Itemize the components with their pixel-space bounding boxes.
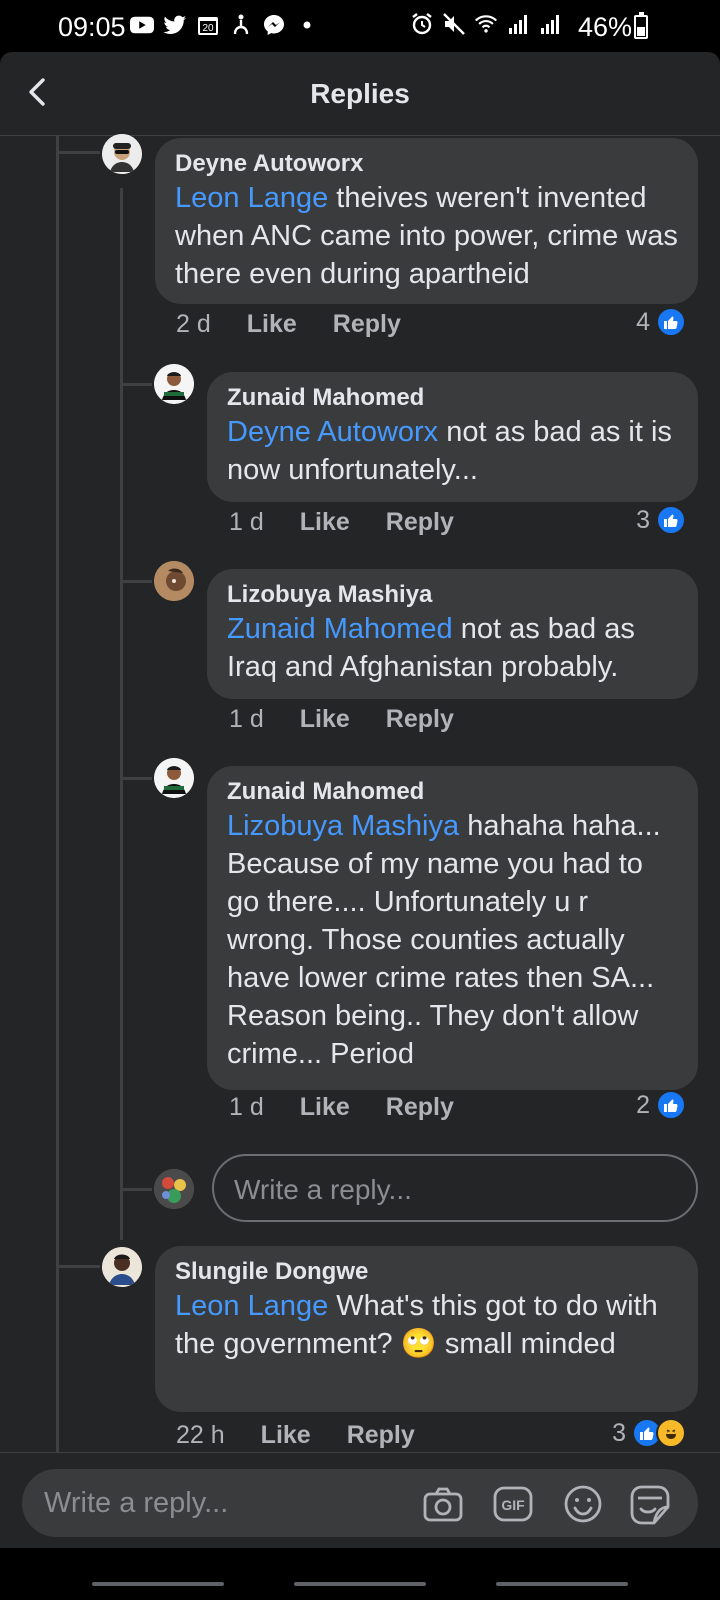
reaction-count[interactable]: 4 — [636, 307, 686, 337]
comment-actions: 2 d Like Reply — [176, 310, 401, 339]
accessibility-icon — [229, 13, 253, 37]
comment-author[interactable]: Zunaid Mahomed — [227, 383, 678, 413]
mention-link[interactable]: Leon Lange — [175, 1290, 328, 1322]
mention-link[interactable]: Deyne Autoworx — [227, 416, 438, 448]
comment-actions: 1 d Like Reply — [229, 1093, 454, 1122]
reaction-count[interactable]: 2 — [636, 1090, 686, 1120]
comment-author[interactable]: Slungile Dongwe — [175, 1257, 678, 1287]
thread-connector — [56, 1265, 100, 1268]
like-reaction-icon — [656, 1090, 686, 1120]
comment-text: Zunaid Mahomed not as bad as Iraq and Af… — [227, 613, 635, 683]
comment-text: Leon Lange What's this got to do with th… — [175, 1290, 658, 1360]
comment-time[interactable]: 1 d — [229, 508, 264, 537]
status-time: 09:05 — [58, 12, 126, 42]
thread-connector — [120, 777, 152, 780]
avatar[interactable] — [102, 134, 142, 174]
reaction-count[interactable]: 3 — [612, 1418, 686, 1448]
thread-connector — [56, 151, 100, 154]
thread-line — [56, 136, 59, 1482]
comment-text: Lizobuya Mashiya hahaha haha... Because … — [227, 810, 661, 1070]
sticker-icon[interactable] — [628, 1483, 670, 1525]
comment-actions: 22 h Like Reply — [176, 1421, 415, 1450]
reply-button[interactable]: Reply — [386, 1093, 454, 1122]
avatar[interactable] — [154, 561, 194, 601]
thread-line — [120, 188, 123, 1240]
comment-bubble: Deyne Autoworx Leon Lange theives weren'… — [155, 138, 698, 304]
thread-connector — [120, 383, 152, 386]
comment-author[interactable]: Zunaid Mahomed — [227, 777, 678, 807]
nav-recents-button[interactable] — [92, 1582, 224, 1586]
comment-time[interactable]: 2 d — [176, 310, 211, 339]
nav-back-button[interactable] — [496, 1582, 628, 1586]
avatar[interactable] — [154, 758, 194, 798]
like-button[interactable]: Like — [300, 1093, 350, 1122]
messenger-icon — [262, 13, 286, 37]
reply-button[interactable]: Reply — [386, 508, 454, 537]
like-reaction-icon — [656, 505, 686, 535]
reply-button[interactable]: Reply — [386, 705, 454, 734]
gif-label: GIF — [501, 1497, 525, 1513]
calendar-day-text: 20 — [202, 23, 214, 34]
comment-time[interactable]: 1 d — [229, 1093, 264, 1122]
like-button[interactable]: Like — [261, 1421, 311, 1450]
mute-icon — [442, 12, 466, 36]
avatar[interactable] — [154, 364, 194, 404]
replies-screen: Replies Deyne Autoworx Leon Lange theive… — [0, 52, 720, 1600]
twitter-icon — [163, 13, 187, 37]
eye-roll-emoji-icon: 🙄 — [400, 1328, 437, 1360]
thread-connector — [120, 1188, 152, 1191]
status-bar: 09:05 20 46% — [0, 0, 720, 52]
haha-reaction-icon — [656, 1418, 686, 1448]
thread-connector — [120, 580, 152, 583]
avatar — [154, 1169, 194, 1209]
battery-icon — [634, 12, 648, 39]
comment-bubble: Lizobuya Mashiya Zunaid Mahomed not as b… — [207, 569, 698, 699]
header: Replies — [0, 52, 720, 136]
signal-icon — [506, 12, 530, 36]
comment-time[interactable]: 1 d — [229, 705, 264, 734]
gif-icon[interactable]: GIF — [492, 1483, 534, 1525]
dot-icon — [295, 13, 319, 37]
page-title: Replies — [310, 78, 410, 109]
like-button[interactable]: Like — [300, 705, 350, 734]
comment-actions: 1 d Like Reply — [229, 508, 454, 537]
composer-input[interactable]: Write a reply... GIF — [22, 1469, 698, 1537]
system-nav-bar — [0, 1548, 720, 1600]
mention-link[interactable]: Lizobuya Mashiya — [227, 810, 459, 842]
reply-button[interactable]: Reply — [347, 1421, 415, 1450]
reply-input[interactable]: Write a reply... — [212, 1154, 698, 1222]
mention-link[interactable]: Leon Lange — [175, 182, 328, 214]
reply-button[interactable]: Reply — [333, 310, 401, 339]
comment-bubble: Zunaid Mahomed Deyne Autoworx not as bad… — [207, 372, 698, 502]
wifi-icon — [474, 12, 498, 36]
emoji-icon[interactable] — [562, 1483, 604, 1525]
reaction-count[interactable]: 3 — [636, 505, 686, 535]
like-button[interactable]: Like — [300, 508, 350, 537]
battery-percent: 46% — [577, 12, 632, 42]
avatar[interactable] — [102, 1247, 142, 1287]
youtube-icon — [130, 13, 154, 37]
comment-text: Deyne Autoworx not as bad as it is now u… — [227, 416, 672, 486]
comment-bubble: Zunaid Mahomed Lizobuya Mashiya hahaha h… — [207, 766, 698, 1090]
camera-icon[interactable] — [422, 1483, 464, 1525]
comment-actions: 1 d Like Reply — [229, 705, 454, 734]
composer-placeholder: Write a reply... — [44, 1487, 229, 1519]
comment-text: Leon Lange theives weren't invented when… — [175, 182, 678, 290]
like-reaction-icon — [656, 307, 686, 337]
alarm-icon — [410, 12, 434, 36]
nav-home-button[interactable] — [294, 1582, 426, 1586]
like-button[interactable]: Like — [247, 310, 297, 339]
comment-author[interactable]: Deyne Autoworx — [175, 149, 678, 179]
comment-bubble: Slungile Dongwe Leon Lange What's this g… — [155, 1246, 698, 1412]
calendar-icon: 20 — [196, 13, 220, 37]
comment-author[interactable]: Lizobuya Mashiya — [227, 580, 678, 610]
mention-link[interactable]: Zunaid Mahomed — [227, 613, 453, 645]
comment-time[interactable]: 22 h — [176, 1421, 225, 1450]
signal-icon — [538, 12, 562, 36]
